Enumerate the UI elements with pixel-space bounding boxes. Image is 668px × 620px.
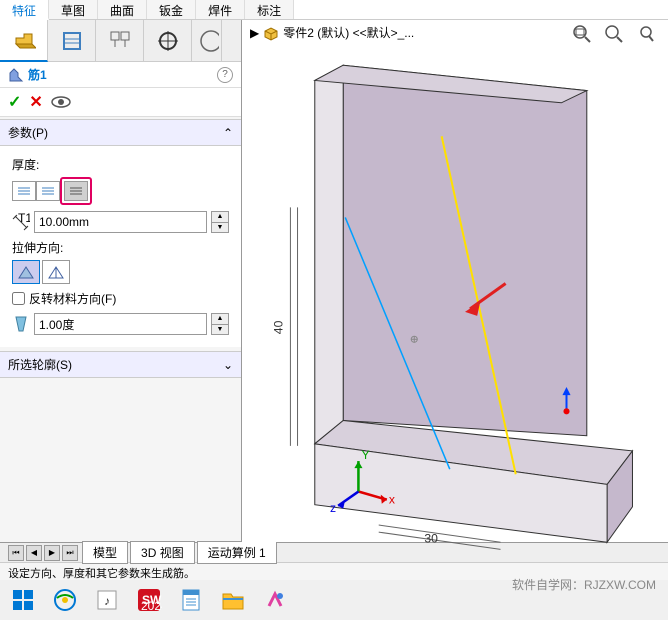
app-icon-1[interactable]: ♪ — [92, 585, 122, 615]
tab-sheet-metal[interactable]: 钣金 — [147, 0, 196, 19]
notepad-icon[interactable] — [176, 585, 206, 615]
zoom-fit-button[interactable] — [568, 22, 596, 46]
command-manager-tabs: 特征 草图 曲面 钣金 焊件 标注 — [0, 0, 668, 20]
tab-3dview[interactable]: 3D 视图 — [130, 541, 195, 564]
file-explorer-icon[interactable] — [218, 585, 248, 615]
start-button[interactable] — [8, 585, 38, 615]
svg-text:♪: ♪ — [104, 594, 110, 608]
svg-text:T1: T1 — [18, 213, 30, 225]
feature-title-bar: 筋1 ? — [0, 62, 241, 88]
collapse-icon: ⌃ — [223, 126, 233, 140]
help-icon[interactable]: ? — [217, 67, 233, 83]
extrude-direction-label: 拉伸方向: — [12, 239, 229, 256]
thickness-side1-button[interactable] — [12, 181, 36, 201]
expand-icon: ⌄ — [223, 358, 233, 372]
draft-spinner[interactable]: ▲▼ — [211, 313, 229, 335]
panel-tab-strip — [0, 20, 241, 62]
dim-height: 40 — [271, 320, 285, 334]
tab-nav-last[interactable]: ⏭ — [62, 545, 78, 561]
selected-contour-header[interactable]: 所选轮廓(S) ⌄ — [0, 351, 241, 378]
property-manager-panel: 筋1 ? ✓ ✕ 参数(P) ⌃ 厚度: — [0, 20, 242, 542]
configuration-manager-tab[interactable] — [96, 20, 144, 62]
tab-model[interactable]: 模型 — [82, 541, 128, 564]
tab-sketch[interactable]: 草图 — [49, 0, 98, 19]
solidworks-icon[interactable]: SW2024 — [134, 585, 164, 615]
parameters-section: 参数(P) ⌃ 厚度: — [0, 119, 241, 347]
svg-text:Y: Y — [361, 448, 369, 462]
tab-weldments[interactable]: 焊件 — [196, 0, 245, 19]
direction-parallel-button[interactable] — [12, 260, 40, 284]
selected-contour-section: 所选轮廓(S) ⌄ — [0, 351, 241, 378]
tab-nav-first[interactable]: ⏮ — [8, 545, 24, 561]
preview-eye-icon[interactable] — [51, 95, 71, 109]
thickness-spinner[interactable]: ▲▼ — [211, 211, 229, 233]
reverse-material-label: 反转材料方向(F) — [29, 290, 116, 307]
tab-annotate[interactable]: 标注 — [245, 0, 294, 19]
tab-feature[interactable]: 特征 — [0, 0, 49, 20]
watermark-text: 软件自学网：RJZXW.COM — [512, 576, 656, 593]
thickness-label: 厚度: — [12, 156, 229, 173]
edge-browser-icon[interactable] — [50, 585, 80, 615]
rib-thickness-icon: T1 — [12, 213, 30, 231]
tab-nav-next[interactable]: ▶ — [44, 545, 60, 561]
previous-view-button[interactable] — [632, 22, 660, 46]
graphics-viewport[interactable]: ▶ 零件2 (默认) <<默认>_... — [242, 20, 668, 542]
breadcrumb-arrow-icon: ▶ — [250, 26, 259, 40]
feature-title: 筋1 — [28, 66, 47, 83]
ok-button[interactable]: ✓ — [8, 92, 21, 112]
dim-width: 30 — [424, 531, 438, 545]
part-icon — [263, 25, 279, 41]
display-manager-tab[interactable] — [192, 20, 222, 62]
breadcrumb[interactable]: ▶ 零件2 (默认) <<默认>_... — [250, 24, 414, 41]
model-3d-view: 40 30 Y x z — [262, 50, 668, 558]
breadcrumb-text: 零件2 (默认) <<默认>_... — [283, 24, 414, 41]
thickness-both-button[interactable] — [36, 181, 60, 201]
svg-text:z: z — [330, 501, 336, 515]
property-manager-tab[interactable] — [48, 20, 96, 62]
app-icon-2[interactable] — [260, 585, 290, 615]
heads-up-toolbar — [568, 22, 660, 46]
reverse-material-checkbox[interactable] — [12, 292, 25, 305]
svg-text:x: x — [389, 493, 395, 507]
feature-manager-tab[interactable] — [0, 20, 48, 62]
cancel-button[interactable]: ✕ — [29, 92, 42, 112]
direction-normal-button[interactable] — [42, 260, 70, 284]
thickness-input[interactable] — [34, 211, 207, 233]
draft-icon — [12, 315, 30, 333]
thickness-selection-highlight — [60, 177, 92, 205]
zoom-area-button[interactable] — [600, 22, 628, 46]
tab-nav-prev[interactable]: ◀ — [26, 545, 42, 561]
draft-angle-input[interactable] — [34, 313, 207, 335]
parameters-header[interactable]: 参数(P) ⌃ — [0, 119, 241, 146]
svg-text:2024: 2024 — [141, 599, 162, 613]
confirm-row: ✓ ✕ — [0, 88, 241, 117]
rib-icon — [8, 67, 24, 83]
tab-surface[interactable]: 曲面 — [98, 0, 147, 19]
selected-contour-label: 所选轮廓(S) — [8, 356, 72, 373]
dimxpert-manager-tab[interactable] — [144, 20, 192, 62]
thickness-side2-button[interactable] — [64, 181, 88, 201]
parameters-label: 参数(P) — [8, 124, 48, 141]
